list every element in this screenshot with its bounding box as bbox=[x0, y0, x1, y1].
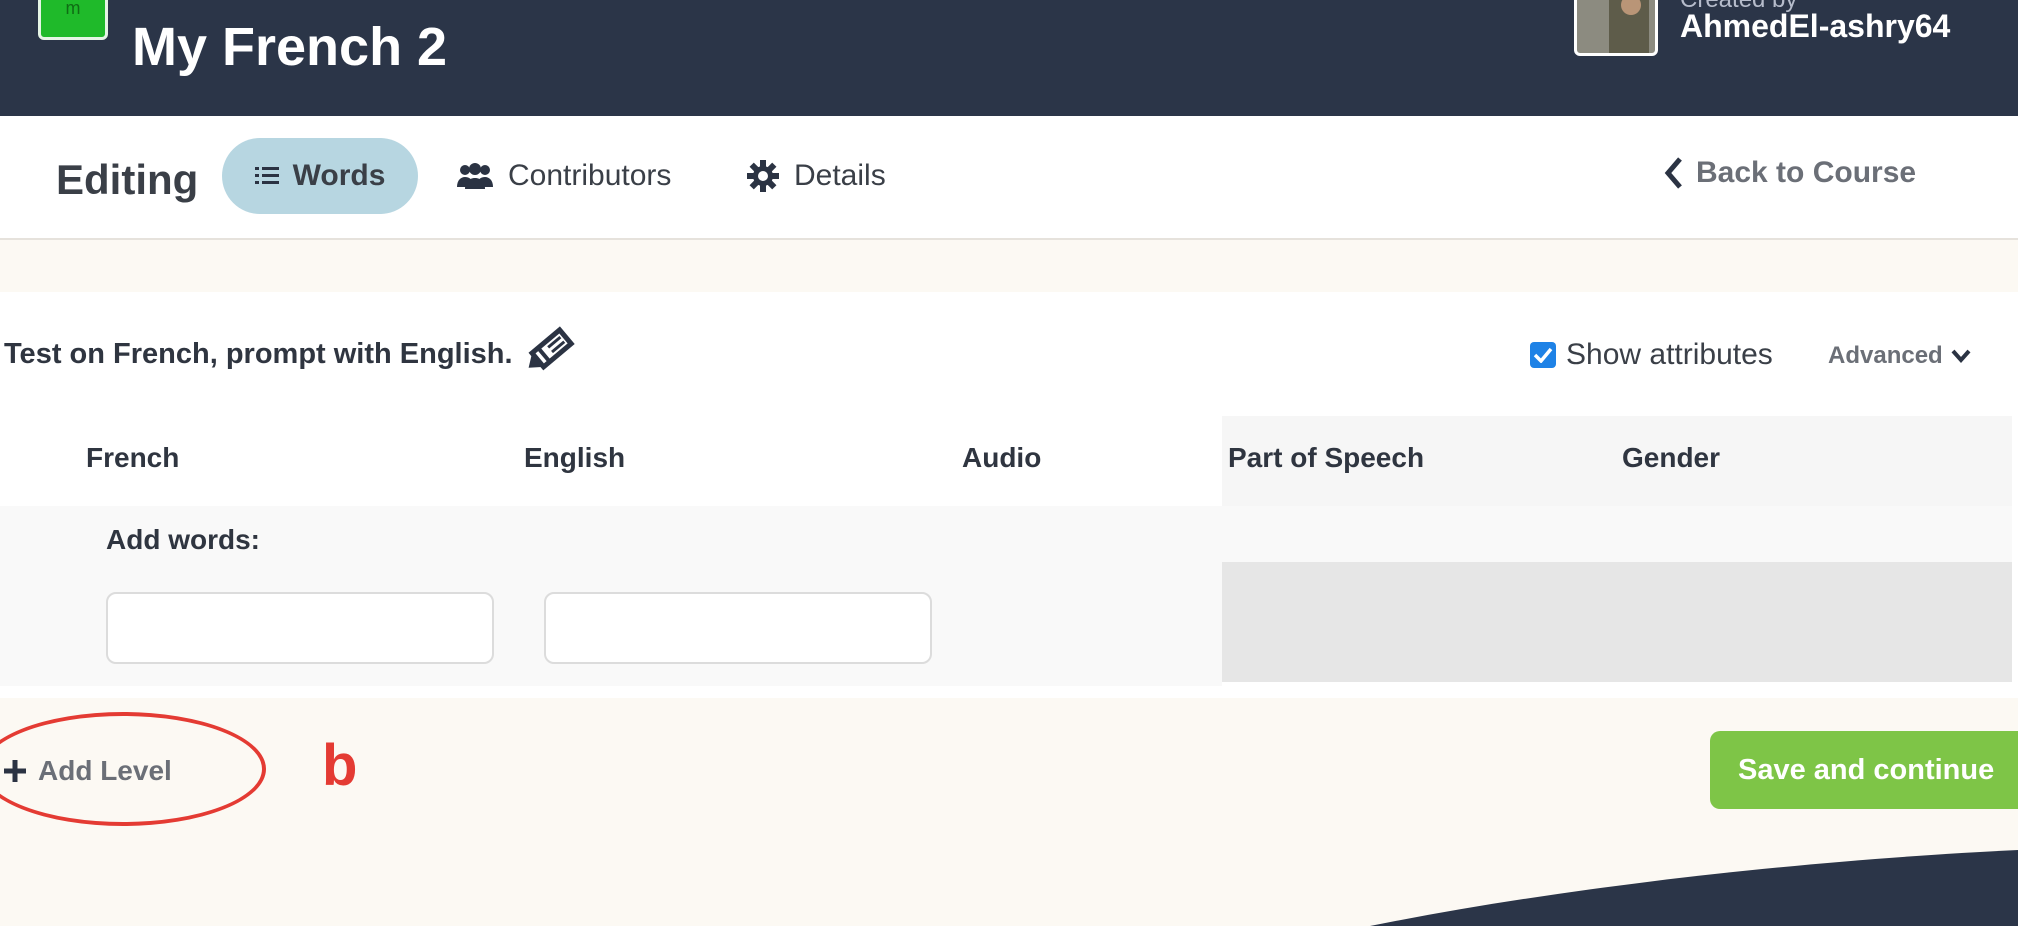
english-word-input[interactable] bbox=[544, 592, 932, 664]
column-header-gender: Gender bbox=[1622, 442, 1721, 473]
chevron-down-icon bbox=[1951, 349, 1971, 363]
show-attributes-label: Show attributes bbox=[1566, 338, 1773, 371]
tab-words[interactable]: Words bbox=[222, 138, 418, 214]
column-header-english[interactable]: English bbox=[524, 442, 625, 474]
back-to-course-label: Back to Course bbox=[1696, 156, 1917, 189]
add-words-label: Add words: bbox=[106, 524, 260, 555]
annotation-ellipse bbox=[0, 712, 266, 826]
tab-details[interactable]: Details bbox=[746, 138, 886, 214]
column-header-french[interactable]: French bbox=[86, 442, 179, 474]
test-prompt-text: Test on French, prompt with English. bbox=[4, 338, 513, 370]
column-header-part-of-speech: Part of Speech bbox=[1228, 442, 1425, 473]
advanced-label: Advanced bbox=[1828, 342, 1943, 369]
show-attributes-toggle[interactable]: Show attributes bbox=[1530, 338, 1773, 372]
french-word-input[interactable] bbox=[106, 592, 494, 664]
creator-name[interactable]: AhmedEl-ashry64 bbox=[1680, 8, 1950, 45]
back-to-course-link[interactable]: Back to Course bbox=[1664, 156, 1916, 190]
pencil-icon[interactable] bbox=[522, 322, 582, 385]
course-title: My French 2 bbox=[132, 17, 448, 77]
editing-label: Editing bbox=[56, 156, 199, 203]
add-words-row-attr-top bbox=[1222, 506, 2012, 562]
column-header-audio: Audio bbox=[962, 442, 1042, 473]
add-words-attribute-area bbox=[1222, 562, 2012, 682]
chevron-left-icon bbox=[1664, 157, 1684, 189]
gear-icon bbox=[746, 159, 780, 193]
tab-words-label: Words bbox=[292, 159, 386, 192]
app-logo[interactable]: m bbox=[38, 0, 108, 40]
footer-wave bbox=[1370, 850, 2018, 926]
advanced-dropdown[interactable]: Advanced bbox=[1828, 342, 1971, 370]
tab-contributors-label: Contributors bbox=[508, 159, 672, 192]
checkbox-checked-icon[interactable] bbox=[1530, 342, 1556, 368]
tab-contributors[interactable]: Contributors bbox=[456, 138, 671, 214]
editing-tabbar: Editing Words Contributors Details Back … bbox=[0, 116, 2018, 240]
course-header: m My French 2 Created by AhmedEl-ashry64 bbox=[0, 0, 2018, 116]
tab-details-label: Details bbox=[794, 159, 886, 192]
list-icon bbox=[254, 165, 279, 187]
creator-avatar[interactable] bbox=[1574, 0, 1658, 56]
words-panel: Test on French, prompt with English. Sho… bbox=[0, 292, 2018, 698]
users-icon bbox=[456, 163, 494, 189]
annotation-label: b bbox=[322, 733, 358, 798]
save-and-continue-button[interactable]: Save and continue bbox=[1710, 731, 2018, 809]
